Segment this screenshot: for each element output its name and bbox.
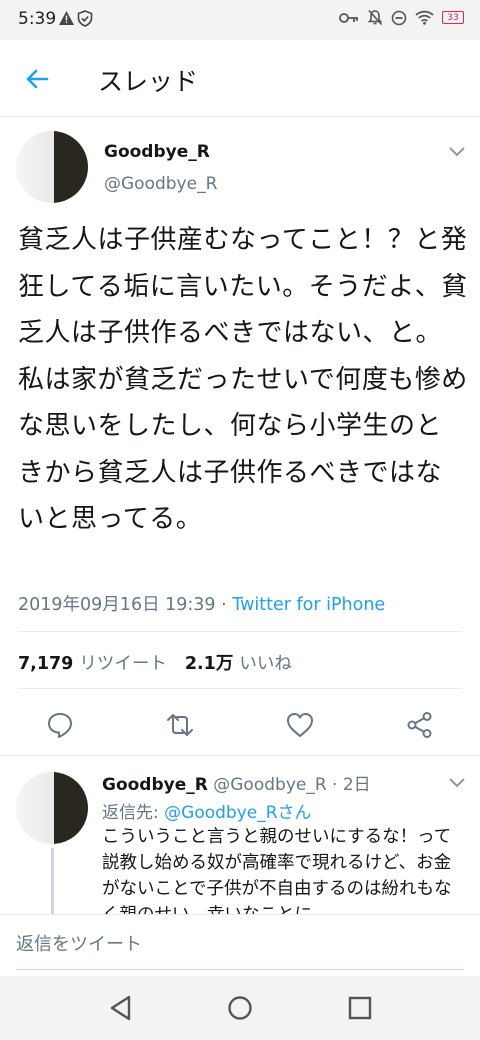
thread-line (51, 848, 54, 914)
reply-header: Goodbye_R @Goodbye_R · 2日 (102, 770, 371, 795)
status-time: 5:39 (18, 9, 57, 29)
share-icon[interactable] (405, 710, 435, 740)
nav-home-icon[interactable] (226, 994, 254, 1022)
reply-handle-time: @Goodbye_R · 2日 (207, 775, 371, 795)
page-title: スレッド (98, 67, 199, 96)
tweet-text: 貧乏人は子供産むなってこと！？と発狂してる垢に言いたい。そうだよ、貧乏人は子供作… (18, 225, 468, 534)
battery-icon: 33 (442, 11, 464, 24)
like-label[interactable]: いいね (239, 650, 292, 675)
tweet-author-name[interactable]: Goodbye_R (104, 142, 210, 162)
chevron-down-icon[interactable] (448, 146, 466, 158)
divider (18, 631, 462, 632)
retweet-icon[interactable] (165, 710, 195, 740)
chevron-down-icon[interactable] (448, 777, 466, 789)
warning-icon (59, 11, 74, 25)
meta-separator: · (215, 595, 233, 615)
retweet-label[interactable]: リツイート (79, 650, 167, 675)
tweet-stats: 7,179 リツイート 2.1万 いいね (18, 650, 292, 675)
avatar[interactable] (16, 131, 88, 203)
reply-to: 返信先: @Goodbye_Rさん (102, 798, 312, 823)
like-count[interactable]: 2.1万 (185, 650, 234, 675)
retweet-count[interactable]: 7,179 (18, 654, 73, 674)
app-bar: スレッド (0, 40, 480, 117)
shield-icon (77, 10, 93, 27)
reply-tweet[interactable]: Goodbye_R @Goodbye_R · 2日 返信先: @Goodbye_… (0, 756, 480, 914)
reply-input[interactable]: 返信をツイート (16, 927, 464, 970)
tweet-author-handle[interactable]: @Goodbye_R (104, 174, 217, 194)
mute-bell-icon (367, 9, 383, 26)
reply-composer: 返信をツイート (0, 914, 480, 977)
reply-icon[interactable] (45, 710, 75, 740)
status-bar: 5:39 33 (0, 0, 480, 40)
nav-back-icon[interactable] (107, 994, 135, 1022)
tweet-source-link[interactable]: Twitter for iPhone (232, 595, 385, 615)
wifi-icon (415, 10, 434, 25)
key-icon (339, 12, 358, 23)
tweet-actions (0, 700, 480, 750)
nav-recents-icon[interactable] (346, 994, 374, 1022)
reply-text: こういうこと言うと親のせいにするな！って説教し始める奴が高確率で現れるけど、お金… (102, 827, 452, 914)
reply-to-prefix: 返信先: (102, 803, 165, 823)
divider (18, 688, 462, 689)
reply-author-name[interactable]: Goodbye_R (102, 775, 208, 795)
tweet-timestamp: 2019年09月16日 19:39 (18, 595, 216, 615)
reply-to-mention[interactable]: @Goodbye_Rさん (164, 803, 311, 823)
do-not-disturb-icon (391, 10, 407, 25)
tweet-meta: 2019年09月16日 19:39 · Twitter for iPhone (18, 591, 385, 616)
heart-icon[interactable] (285, 710, 315, 740)
reply-avatar[interactable] (16, 772, 88, 844)
back-arrow-icon[interactable] (20, 62, 54, 96)
system-nav-bar (0, 976, 480, 1040)
